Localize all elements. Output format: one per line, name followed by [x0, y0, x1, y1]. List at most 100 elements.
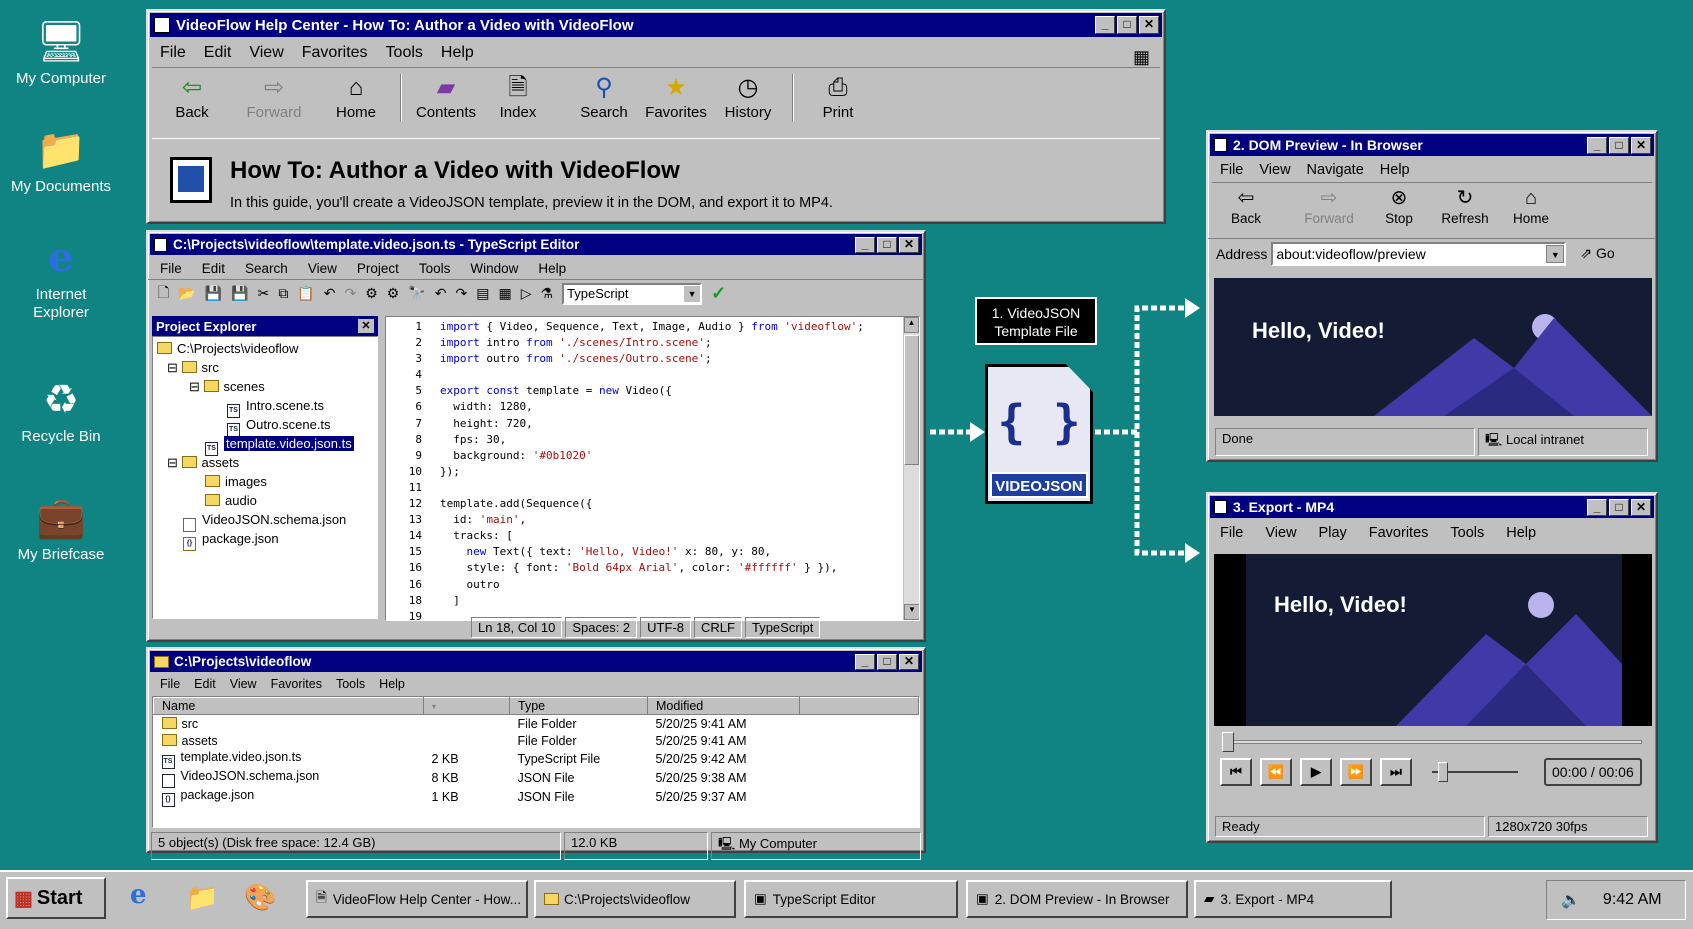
- vertical-scrollbar[interactable]: ▲ ▼: [903, 317, 919, 620]
- menu-view[interactable]: View: [1259, 162, 1290, 178]
- seek-thumb[interactable]: [1222, 732, 1234, 752]
- check-icon[interactable]: ✓: [711, 283, 726, 304]
- speaker-icon[interactable]: 🔈: [1561, 890, 1581, 910]
- contents-button[interactable]: ▰ Contents: [412, 74, 480, 121]
- search-button[interactable]: ⚲ Search: [570, 74, 638, 121]
- cut-icon[interactable]: ✂: [258, 285, 270, 302]
- maximize-button[interactable]: □: [877, 236, 897, 253]
- close-button[interactable]: ✕: [899, 236, 919, 253]
- tree-item[interactable]: audio: [157, 491, 373, 510]
- maximize-button[interactable]: □: [1609, 136, 1629, 154]
- menu-file[interactable]: File: [160, 261, 182, 276]
- skip-end-button[interactable]: ⏭: [1380, 758, 1412, 786]
- menu-tools[interactable]: Tools: [336, 677, 365, 691]
- table-row[interactable]: assets File Folder 5/20/25 9:41 AM: [154, 732, 919, 750]
- home-button[interactable]: ⌂ Home: [322, 74, 390, 121]
- save-all-icon[interactable]: 💾: [231, 285, 248, 302]
- paste-icon[interactable]: 📋: [297, 285, 314, 302]
- redo-icon[interactable]: ↷: [344, 285, 356, 302]
- tree-item[interactable]: {} package.json: [157, 529, 373, 551]
- desktop-icon-my-computer[interactable]: 🖥 My Computer: [6, 14, 116, 88]
- play-button[interactable]: ▶: [1300, 758, 1332, 786]
- skip-start-button[interactable]: ⏮: [1220, 758, 1252, 786]
- menu-edit[interactable]: Edit: [204, 44, 232, 62]
- go-button[interactable]: ⇗ Go: [1580, 245, 1614, 262]
- title-bar[interactable]: 2. DOM Preview - In Browser _ □ ✕: [1210, 134, 1654, 156]
- taskbar-item-help[interactable]: 🗎 VideoFlow Help Center - How...: [306, 880, 528, 918]
- code-editor[interactable]: 1 2 3 4 5 6 7 8 9 10 11 12 13 14 15 16 16 18 19 import { V…: [385, 316, 920, 621]
- menu-file[interactable]: File: [160, 677, 180, 691]
- menu-view[interactable]: View: [249, 44, 283, 62]
- title-bar[interactable]: C:\Projects\videoflow _ □ ✕: [150, 651, 922, 672]
- taskbar-item-preview[interactable]: ▣ 2. DOM Preview - In Browser: [966, 880, 1188, 918]
- title-bar[interactable]: 3. Export - MP4 _ □ ✕: [1210, 496, 1654, 518]
- menu-help[interactable]: Help: [538, 261, 566, 276]
- internet-explorer-icon[interactable]: e: [130, 880, 147, 910]
- undo-icon[interactable]: ↶: [324, 285, 336, 302]
- maximize-button[interactable]: □: [1609, 498, 1629, 516]
- menu-view[interactable]: View: [230, 677, 257, 691]
- forward-button[interactable]: ⇨ Forward: [240, 74, 308, 121]
- menu-help[interactable]: Help: [441, 44, 474, 62]
- menu-file[interactable]: File: [1220, 525, 1243, 541]
- menu-view[interactable]: View: [308, 261, 337, 276]
- minimize-button[interactable]: _: [1095, 16, 1115, 34]
- menu-help[interactable]: Help: [1380, 162, 1410, 178]
- build-icon[interactable]: ⚙: [365, 285, 378, 302]
- maximize-button[interactable]: □: [1117, 16, 1137, 34]
- tree-item[interactable]: C:\Projects\videoflow: [157, 339, 373, 358]
- run-icon[interactable]: ▷: [521, 285, 532, 302]
- minimize-button[interactable]: _: [855, 236, 875, 253]
- close-button[interactable]: ✕: [1631, 136, 1651, 154]
- folder-icon[interactable]: 📁: [186, 882, 218, 913]
- open-folder-icon[interactable]: 📂: [178, 285, 195, 302]
- taskbar-item-editor[interactable]: ▣ TypeScript Editor: [744, 880, 958, 918]
- debug-icon[interactable]: ⚗: [541, 285, 554, 302]
- menu-search[interactable]: Search: [245, 261, 288, 276]
- table-row[interactable]: src File Folder 5/20/25 9:41 AM: [154, 715, 919, 733]
- taskbar-item-export[interactable]: ▰ 3. Export - MP4: [1194, 880, 1392, 918]
- redo2-icon[interactable]: ↷: [456, 285, 468, 302]
- tree-item[interactable]: images: [157, 472, 373, 491]
- back-button[interactable]: ⇦ Back: [1216, 187, 1276, 226]
- menu-tools[interactable]: Tools: [1450, 525, 1484, 541]
- index-button[interactable]: 🗎 Index: [484, 74, 552, 121]
- home-button[interactable]: ⌂ Home: [1500, 187, 1562, 226]
- column-name[interactable]: Name: [153, 697, 424, 715]
- column-size[interactable]: ▾: [423, 697, 510, 715]
- language-select[interactable]: TypeScript ▼: [562, 282, 703, 305]
- desktop-icon-internet-explorer[interactable]: e Internet Explorer: [6, 230, 116, 322]
- find-icon[interactable]: 🔭: [408, 285, 425, 302]
- tree-item[interactable]: TS Intro.scene.ts: [157, 396, 373, 418]
- minimize-button[interactable]: _: [855, 653, 875, 670]
- menu-help[interactable]: Help: [1506, 525, 1536, 541]
- tree-item[interactable]: ⊟ src: [157, 358, 373, 377]
- close-button[interactable]: ✕: [899, 653, 919, 670]
- maximize-button[interactable]: □: [877, 653, 897, 670]
- previous-button[interactable]: ⏪: [1260, 758, 1292, 786]
- taskbar-item-folder[interactable]: C:\Projects\videoflow: [534, 880, 736, 918]
- column-modified[interactable]: Modified: [647, 697, 800, 715]
- undo2-icon[interactable]: ↶: [435, 285, 447, 302]
- address-input[interactable]: about:videoflow/preview ▼: [1271, 241, 1567, 266]
- tree-item[interactable]: ⊟ assets: [157, 453, 373, 472]
- table-row[interactable]: TS template.video.json.ts 2 KB TypeScript F…: [154, 750, 919, 769]
- menu-edit[interactable]: Edit: [194, 677, 216, 691]
- tree-item[interactable]: TS Outro.scene.ts: [157, 415, 373, 437]
- layout-icon[interactable]: ▦: [498, 285, 511, 302]
- title-bar[interactable]: VideoFlow Help Center - How To: Author a…: [150, 13, 1162, 37]
- menu-file[interactable]: File: [160, 44, 186, 62]
- chevron-down-icon[interactable]: ▼: [1546, 244, 1565, 263]
- favorites-button[interactable]: ★ Favorites: [642, 74, 710, 121]
- menu-window[interactable]: Window: [470, 261, 518, 276]
- close-button[interactable]: ✕: [1139, 16, 1159, 34]
- menu-tools[interactable]: Tools: [386, 44, 423, 62]
- menu-file[interactable]: File: [1220, 162, 1243, 178]
- format-icon[interactable]: ▤: [476, 285, 489, 302]
- stop-button[interactable]: ⊗ Stop: [1368, 187, 1430, 226]
- start-button[interactable]: ▦ Start: [6, 877, 106, 919]
- menu-play[interactable]: Play: [1319, 525, 1347, 541]
- history-button[interactable]: ◷ History: [714, 74, 782, 121]
- seek-bar[interactable]: [1222, 740, 1642, 744]
- volume-thumb[interactable]: [1438, 762, 1448, 782]
